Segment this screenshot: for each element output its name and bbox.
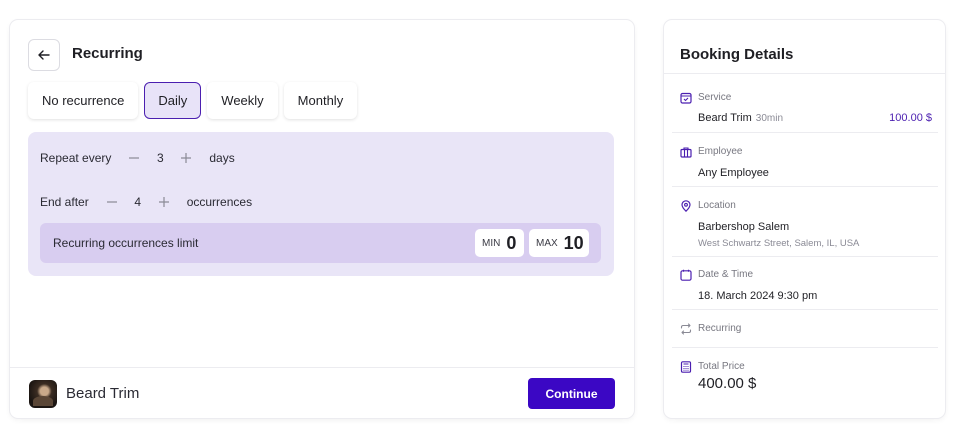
detail-total: Total Price 400.00 $ — [672, 361, 938, 401]
tab-daily[interactable]: Daily — [144, 82, 202, 119]
occurrences-limit-label: Recurring occurrences limit — [53, 236, 199, 250]
datetime-label: Date & Time — [698, 269, 754, 280]
detail-recurring: Recurring — [672, 323, 938, 348]
calculator-icon — [680, 361, 692, 373]
service-duration: 30min — [755, 113, 784, 124]
max-limit-box: MAX 10 — [529, 229, 589, 257]
end-decrement-button[interactable] — [103, 193, 121, 211]
min-value: 0 — [506, 232, 517, 253]
datetime-value: 18. March 2024 9:30 pm — [698, 290, 818, 302]
plus-icon — [158, 197, 169, 207]
service-avatar — [29, 380, 57, 408]
end-after-label: End after — [40, 195, 89, 209]
repeat-every-label: Repeat every — [40, 151, 112, 165]
repeat-icon — [680, 323, 692, 335]
employee-value: Any Employee — [698, 167, 769, 179]
max-value: 10 — [563, 232, 584, 253]
recurring-label: Recurring — [698, 323, 742, 334]
repeat-unit: days — [209, 151, 235, 165]
repeat-increment-button[interactable] — [177, 149, 195, 167]
min-label: MIN — [482, 237, 501, 249]
briefcase-icon — [680, 147, 692, 158]
recurrence-settings-panel: Repeat every 3 days End after 4 occurren… — [28, 132, 614, 276]
back-button[interactable] — [28, 39, 60, 71]
occurrences-limit-bar: Recurring occurrences limit MIN 0 MAX 10 — [40, 223, 601, 263]
booking-details-card: Booking Details Service Beard Trim 30min … — [664, 20, 945, 418]
location-label: Location — [698, 200, 736, 211]
continue-button[interactable]: Continue — [528, 378, 615, 409]
end-increment-button[interactable] — [155, 193, 173, 211]
max-label: MAX — [536, 237, 558, 249]
repeat-decrement-button[interactable] — [125, 149, 143, 167]
recurring-card: Recurring No recurrence Daily Weekly Mon… — [10, 20, 634, 418]
detail-datetime: Date & Time 18. March 2024 9:30 pm — [672, 269, 938, 310]
minus-icon — [129, 157, 140, 159]
tab-weekly[interactable]: Weekly — [207, 82, 278, 119]
service-name: Beard Trim — [698, 112, 752, 124]
employee-label: Employee — [698, 146, 743, 157]
location-address: West Schwartz Street, Salem, IL, USA — [698, 238, 860, 249]
plus-icon — [181, 153, 192, 163]
service-label: Service — [698, 92, 732, 103]
map-pin-icon — [681, 200, 691, 212]
calendar-check-icon — [680, 92, 692, 104]
minus-icon — [106, 201, 117, 203]
end-unit: occurrences — [186, 195, 253, 209]
repeat-every-row: Repeat every 3 days — [40, 149, 235, 167]
service-value: Beard Trim 30min — [698, 112, 783, 124]
repeat-every-value[interactable]: 3 — [143, 151, 177, 165]
calendar-icon — [680, 269, 692, 281]
booking-details-title: Booking Details — [680, 46, 794, 63]
page-title: Recurring — [72, 45, 143, 62]
service-price: 100.00 $ — [889, 112, 932, 124]
detail-employee: Employee Any Employee — [672, 146, 938, 187]
card-footer: Beard Trim Continue — [10, 367, 634, 418]
detail-location: Location Barbershop Salem West Schwartz … — [672, 200, 938, 257]
tab-monthly[interactable]: Monthly — [283, 82, 358, 119]
end-after-value[interactable]: 4 — [121, 195, 155, 209]
min-limit-box: MIN 0 — [475, 229, 524, 257]
total-label: Total Price — [698, 361, 745, 372]
footer-service-name: Beard Trim — [66, 385, 140, 402]
recurrence-tabs: No recurrence Daily Weekly Monthly — [28, 82, 358, 119]
details-divider — [664, 73, 945, 74]
end-after-row: End after 4 occurrences — [40, 193, 252, 211]
total-value: 400.00 $ — [698, 375, 757, 392]
tab-no-recurrence[interactable]: No recurrence — [28, 82, 139, 119]
arrow-left-icon — [38, 50, 50, 60]
detail-service: Service Beard Trim 30min 100.00 $ — [672, 92, 938, 133]
location-name: Barbershop Salem — [698, 221, 790, 233]
